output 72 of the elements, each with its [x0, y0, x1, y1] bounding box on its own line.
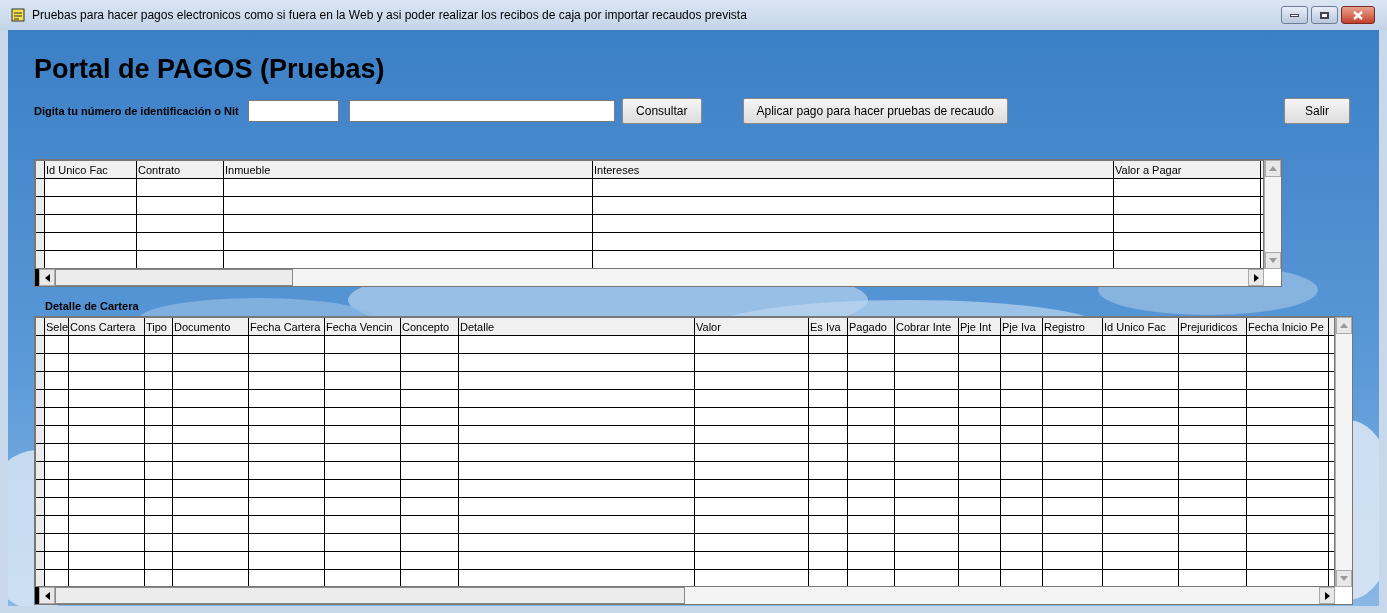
- scroll-thumb[interactable]: [55, 587, 685, 604]
- row-header[interactable]: [36, 516, 45, 533]
- column-header: Valor a Pagar: [1114, 161, 1261, 178]
- down-arrow-icon: [1269, 258, 1277, 263]
- apply-payment-button[interactable]: Aplicar pago para hacer pruebas de recaudo: [742, 98, 1008, 124]
- notepad-icon: [10, 7, 26, 23]
- id-input-field[interactable]: [247, 100, 339, 122]
- left-arrow-icon: [44, 273, 50, 282]
- window-title: Pruebas para hacer pagos electronicos como si fuera en la Web y asi poder realizar los recibos de caja por importar recaudos prevista: [32, 7, 747, 24]
- row-header[interactable]: [36, 570, 45, 586]
- row-header[interactable]: [36, 498, 45, 515]
- close-button[interactable]: [1341, 6, 1375, 24]
- row-header[interactable]: [36, 444, 45, 461]
- column-header: Documento: [173, 318, 249, 335]
- left-arrow-icon: [44, 591, 50, 600]
- column-header: Sele: [45, 318, 69, 335]
- minimize-button[interactable]: [1281, 6, 1308, 24]
- right-arrow-icon: [1324, 591, 1330, 600]
- column-header: Detalle: [459, 318, 695, 335]
- row-header[interactable]: [36, 480, 45, 497]
- row-header[interactable]: [36, 372, 45, 389]
- column-header: Tipo: [145, 318, 173, 335]
- row-header[interactable]: [36, 354, 45, 371]
- scroll-right-button[interactable]: [1319, 587, 1335, 604]
- row-header[interactable]: [36, 552, 45, 569]
- column-header: Valor: [695, 318, 809, 335]
- column-header: Inmueble: [224, 161, 593, 178]
- scroll-left-button[interactable]: [39, 587, 55, 604]
- column-header: Fecha Vencin: [325, 318, 401, 335]
- row-header[interactable]: [36, 426, 45, 443]
- right-arrow-icon: [1253, 273, 1259, 282]
- column-header: Concepto: [401, 318, 459, 335]
- row-header[interactable]: [36, 179, 45, 196]
- row-header[interactable]: [36, 462, 45, 479]
- column-header: Id Unico Fac: [45, 161, 137, 178]
- column-header: Id Unico Fac: [1103, 318, 1179, 335]
- column-header: Fecha Inicio Pe: [1247, 318, 1329, 335]
- column-header: Contrato: [137, 161, 224, 178]
- row-header[interactable]: [36, 408, 45, 425]
- name-input-field[interactable]: [348, 100, 615, 122]
- column-header: Cons Cartera: [69, 318, 145, 335]
- exit-button[interactable]: Salir: [1284, 98, 1350, 124]
- section-title: Detalle de Cartera: [44, 299, 140, 314]
- close-icon: [1353, 10, 1363, 20]
- row-header[interactable]: [36, 336, 45, 353]
- scroll-right-button[interactable]: [1248, 269, 1264, 286]
- column-header: Es Iva: [809, 318, 848, 335]
- column-header: Prejuridicos: [1179, 318, 1247, 335]
- scroll-left-button[interactable]: [39, 269, 55, 286]
- column-header: Fecha Cartera: [249, 318, 325, 335]
- horizontal-scrollbar[interactable]: [35, 269, 1264, 286]
- page-heading: Portal de PAGOS (Pruebas): [34, 53, 386, 86]
- column-header: Registro: [1043, 318, 1103, 335]
- id-label: Digita tu número de identificación o Nit: [34, 103, 239, 119]
- maximize-button[interactable]: [1311, 6, 1338, 24]
- consult-button[interactable]: Consultar: [621, 98, 702, 124]
- up-arrow-icon: [1340, 323, 1348, 328]
- column-header: Pje Iva: [1001, 318, 1043, 335]
- column-header: Pagado: [848, 318, 895, 335]
- row-header[interactable]: [36, 251, 45, 268]
- row-header[interactable]: [36, 390, 45, 407]
- row-header[interactable]: [36, 215, 45, 232]
- row-header[interactable]: [36, 233, 45, 250]
- column-header: Pje Int: [959, 318, 1001, 335]
- column-header: Cobrar Inte: [895, 318, 959, 335]
- scroll-thumb[interactable]: [55, 269, 293, 286]
- row-header[interactable]: [36, 534, 45, 551]
- up-arrow-icon: [1269, 166, 1277, 171]
- row-header[interactable]: [36, 197, 45, 214]
- down-arrow-icon: [1340, 576, 1348, 581]
- column-header: Intereses: [593, 161, 1114, 178]
- horizontal-scrollbar[interactable]: [35, 587, 1335, 604]
